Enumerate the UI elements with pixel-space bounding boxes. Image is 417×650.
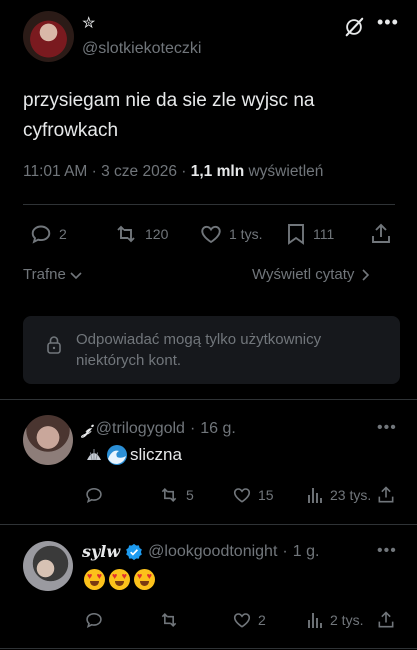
share-icon: [372, 223, 390, 243]
views-count[interactable]: 1,1 mln: [191, 163, 244, 180]
reply-icon: [31, 225, 51, 244]
author-display-name[interactable]: ✮: [82, 13, 95, 33]
repost-button[interactable]: [158, 610, 180, 630]
reply-time[interactable]: 1 g.: [293, 543, 320, 561]
reply-text-content: sliczna: [130, 445, 182, 464]
avatar[interactable]: [23, 415, 73, 465]
reply-restriction-notice: Odpowiadać mogą tylko użytkownicy niektó…: [23, 316, 400, 384]
like-count: 2: [258, 612, 266, 628]
like-button[interactable]: 2: [232, 610, 266, 630]
post-text: przysiegam nie da sie zle wyjsc na cyfro…: [23, 90, 315, 141]
bookmark-button[interactable]: 111: [285, 222, 334, 246]
share-icon: [378, 486, 394, 503]
heart-icon: [233, 613, 251, 628]
share-button[interactable]: [376, 610, 396, 630]
repost-icon: [117, 225, 135, 243]
views-count: 2 tys.: [330, 612, 364, 628]
heart-icon: [233, 488, 251, 503]
wave-icon: [107, 445, 127, 465]
repost-count: 120: [145, 226, 169, 242]
divider: [0, 524, 417, 525]
views-label: wyświetleń: [248, 163, 324, 180]
divider: [23, 204, 395, 205]
view-quotes-link[interactable]: Wyświetl cytaty: [252, 266, 370, 283]
chevron-down-icon: [70, 271, 82, 279]
reply-text: [84, 569, 157, 590]
reply-author-handle[interactable]: @lookgoodtonight: [148, 543, 277, 561]
like-count: 15: [258, 487, 274, 503]
reply-count: 2: [59, 226, 67, 242]
more-icon[interactable]: •••: [377, 12, 399, 33]
repost-icon: [161, 613, 177, 627]
like-button[interactable]: 15: [232, 485, 274, 505]
post-detail: ✮ @slotkiekoteczki ••• przysiegam nie da…: [0, 0, 417, 650]
repost-icon: [161, 488, 177, 502]
divider: [0, 648, 417, 649]
like-button[interactable]: 1 tys.: [199, 222, 262, 246]
grok-icon[interactable]: [343, 16, 365, 38]
repost-button[interactable]: 5: [158, 485, 194, 505]
divider: [0, 399, 417, 400]
sort-label: Trafne: [23, 266, 66, 283]
reply-button[interactable]: [84, 485, 104, 505]
reply-button[interactable]: 2: [29, 222, 67, 246]
more-icon[interactable]: •••: [377, 542, 397, 560]
verified-badge-icon[interactable]: [125, 543, 143, 561]
reply-header: sylw @lookgoodtonight · 1 g.: [82, 542, 320, 561]
reply-button[interactable]: [84, 610, 104, 630]
reply-author-name[interactable]: sylw: [82, 542, 120, 561]
restriction-text: Odpowiadać mogą tylko użytkownicy niektó…: [76, 331, 322, 369]
post-meta: 11:01 AM · 3 cze 2026 · 1,1 mln wyświetl…: [23, 163, 324, 180]
author-avatar[interactable]: [23, 11, 74, 62]
post-date[interactable]: 3 cze 2026: [101, 163, 177, 180]
share-icon: [378, 611, 394, 628]
avatar[interactable]: [23, 541, 73, 591]
views-button[interactable]: 2 tys.: [306, 610, 363, 630]
views-button[interactable]: 23 tys.: [306, 485, 371, 505]
quotes-label: Wyświetl cytaty: [252, 266, 355, 283]
bookmark-count: 111: [313, 226, 335, 242]
heart-icon: [201, 225, 221, 244]
reply-icon: [86, 612, 102, 629]
share-button[interactable]: [376, 485, 396, 505]
reply-time[interactable]: 16 g.: [200, 420, 236, 438]
reply-author-handle[interactable]: @trilogygold: [96, 420, 185, 438]
author-handle[interactable]: @slotkiekoteczki: [82, 40, 201, 58]
like-count: 1 tys.: [229, 226, 263, 242]
reply-icon: [86, 487, 102, 504]
more-icon[interactable]: •••: [377, 419, 397, 437]
reply-author-name[interactable]: 𝒿: [82, 419, 91, 439]
heart-eyes-emoji-icon: [134, 569, 155, 590]
post-time[interactable]: 11:01 AM: [23, 163, 87, 180]
heart-eyes-emoji-icon: [84, 569, 105, 590]
bookmark-icon: [288, 224, 304, 245]
repost-button[interactable]: 120: [113, 222, 168, 246]
reply-header: 𝒿 @trilogygold · 16 g.: [82, 419, 236, 439]
sort-dropdown[interactable]: Trafne: [23, 266, 83, 283]
views-icon: [308, 613, 322, 628]
views-count: 23 tys.: [330, 487, 372, 503]
share-button[interactable]: [369, 222, 393, 246]
chevron-right-icon: [362, 268, 370, 281]
heart-eyes-emoji-icon: [109, 569, 130, 590]
repost-count: 5: [186, 487, 194, 503]
views-icon: [308, 488, 322, 503]
reply-text: sliczna: [84, 445, 182, 465]
lock-icon: [47, 336, 61, 354]
shell-icon: [87, 449, 101, 461]
